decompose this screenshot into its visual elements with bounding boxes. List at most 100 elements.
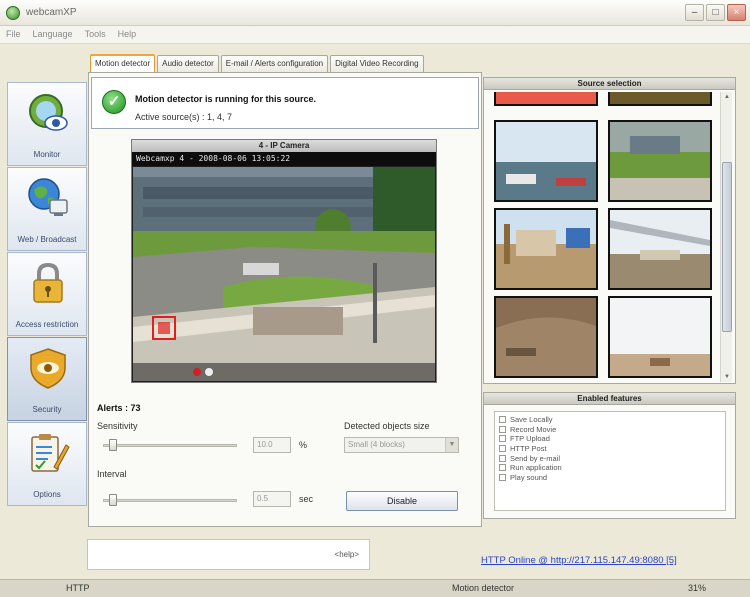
feature-label: Send by e-mail (510, 453, 561, 463)
objects-size-select[interactable]: Small (4 blocks) ▼ (344, 437, 459, 453)
checkbox[interactable] (499, 425, 506, 433)
title-bar: webcamXP – □ × (0, 0, 750, 26)
feature-play-sound[interactable]: Play sound (499, 473, 721, 483)
camera-image (133, 167, 435, 381)
menu-bar: File Language Tools Help (0, 26, 750, 44)
sensitivity-label: Sensitivity (97, 421, 138, 431)
scroll-up-icon[interactable]: ▲ (722, 92, 732, 102)
padlock-icon (33, 262, 63, 303)
tab-strip: Motion detector Audio detector E-mail / … (90, 54, 424, 72)
interval-slider-track (103, 499, 237, 502)
sensitivity-slider[interactable] (103, 439, 237, 451)
tab-email-alerts[interactable]: E-mail / Alerts configuration (220, 55, 329, 72)
source-thumbnail-2[interactable] (608, 120, 712, 202)
motion-detector-panel: ✓ Motion detector is running for this so… (88, 72, 482, 527)
close-button[interactable]: × (727, 4, 746, 21)
feature-label: Record Movie (510, 424, 557, 434)
objects-size-label: Detected objects size (344, 421, 430, 431)
source-thumbnail-3[interactable] (494, 208, 598, 290)
sensitivity-value-field[interactable]: 10.0 (253, 437, 291, 453)
nav-access-restriction[interactable]: Access restriction (7, 252, 87, 336)
checkbox[interactable] (499, 445, 506, 453)
source-thumbnail-1[interactable] (494, 120, 598, 202)
checkbox[interactable] (499, 464, 506, 472)
status-message: Motion detector is running for this sour… (135, 94, 317, 104)
disable-button[interactable]: Disable (346, 491, 458, 511)
clipboard-pencil-icon (31, 434, 70, 472)
source-scrollbar[interactable]: ▲ ▼ (720, 92, 732, 382)
features-list: Save Locally Record Movie FTP Upload HTT… (494, 411, 726, 511)
interval-unit: sec (299, 494, 314, 504)
source-thumbnail-6[interactable] (608, 296, 712, 378)
checkbox[interactable] (499, 454, 506, 462)
feature-ftp-upload[interactable]: FTP Upload (499, 434, 721, 444)
objects-size-value: Small (4 blocks) (348, 440, 405, 449)
menu-tools[interactable]: Tools (85, 26, 106, 43)
feature-label: Play sound (510, 472, 548, 482)
interval-slider-thumb[interactable] (109, 494, 117, 506)
scroll-down-icon[interactable]: ▼ (722, 372, 732, 382)
feature-record-movie[interactable]: Record Movie (499, 425, 721, 435)
help-link[interactable]: <help> (335, 550, 359, 559)
feature-http-post[interactable]: HTTP Post (499, 444, 721, 454)
nav-security[interactable]: Security (7, 337, 87, 421)
sensitivity-unit: % (299, 440, 308, 450)
nav-web-broadcast[interactable]: Web / Broadcast (7, 167, 87, 251)
nav-label-options: Options (33, 490, 61, 499)
app-logo-icon (6, 6, 20, 20)
source-thumbnail-top-left[interactable] (494, 92, 598, 106)
tab-digital-video-recording[interactable]: Digital Video Recording (330, 55, 424, 72)
enabled-features-panel: Enabled features Save Locally Record Mov… (483, 392, 736, 519)
left-navigation: Monitor Web / Broadcast Access restricti… (7, 82, 87, 507)
menu-file[interactable]: File (6, 26, 21, 43)
camera-preview: 4 - IP Camera Webcamxp 4 - 2008-08-06 13… (131, 139, 437, 383)
shield-eye-icon (30, 348, 66, 389)
nav-label-security: Security (32, 405, 62, 414)
globe-computer-icon (28, 178, 68, 216)
tab-motion-detector[interactable]: Motion detector (90, 54, 156, 72)
http-online-link[interactable]: HTTP Online @ http://217.115.147.49:8080… (481, 555, 677, 566)
source-thumbnail-top-right[interactable] (608, 92, 712, 106)
sensitivity-slider-track (103, 444, 237, 447)
enabled-features-title: Enabled features (484, 393, 735, 405)
maximize-button[interactable]: □ (706, 4, 725, 21)
checkbox[interactable] (499, 416, 506, 424)
source-thumbnail-4[interactable] (608, 208, 712, 290)
camera-title: 4 - IP Camera (132, 140, 436, 152)
status-mode: Motion detector (452, 583, 515, 593)
menu-help[interactable]: Help (118, 26, 137, 43)
feature-label: FTP Upload (510, 434, 550, 444)
source-thumbnail-5[interactable] (494, 296, 598, 378)
feature-label: HTTP Post (510, 444, 547, 454)
alerts-count: Alerts : 73 (97, 403, 141, 413)
nav-label-access-restriction: Access restriction (15, 320, 79, 329)
menu-language[interactable]: Language (33, 26, 73, 43)
window-controls: – □ × (685, 4, 746, 21)
status-cpu: 31% (688, 583, 707, 593)
sensitivity-slider-thumb[interactable] (109, 439, 117, 451)
feature-save-locally[interactable]: Save Locally (499, 415, 721, 425)
source-selection-panel: Source selection ▲ ▼ (483, 77, 736, 384)
tab-audio-detector[interactable]: Audio detector (157, 55, 219, 72)
window-title: webcamXP (26, 7, 77, 18)
camera-timestamp: Webcamxp 4 - 2008-08-06 13:05:22 (132, 152, 436, 166)
minimize-button[interactable]: – (685, 4, 704, 21)
chevron-down-icon[interactable]: ▼ (445, 438, 458, 452)
nav-options[interactable]: Options (7, 422, 87, 506)
monitor-eye-icon (29, 94, 68, 131)
active-sources: Active source(s) : 1, 4, 7 (135, 112, 233, 122)
interval-value-field[interactable]: 0.5 (253, 491, 291, 507)
detector-status-box: ✓ Motion detector is running for this so… (91, 77, 479, 129)
scrollbar-thumb[interactable] (722, 162, 732, 332)
interval-slider[interactable] (103, 494, 237, 506)
checkbox[interactable] (499, 473, 506, 481)
interval-label: Interval (97, 469, 127, 479)
checkbox[interactable] (499, 435, 506, 443)
hint-box: <help> (87, 539, 370, 570)
status-bar: HTTP Motion detector 31% (0, 579, 750, 597)
feature-label: Save Locally (510, 415, 553, 425)
feature-run-application[interactable]: Run application (499, 463, 721, 473)
nav-label-web-broadcast: Web / Broadcast (17, 235, 77, 244)
nav-monitor[interactable]: Monitor (7, 82, 87, 166)
feature-send-email[interactable]: Send by e-mail (499, 453, 721, 463)
